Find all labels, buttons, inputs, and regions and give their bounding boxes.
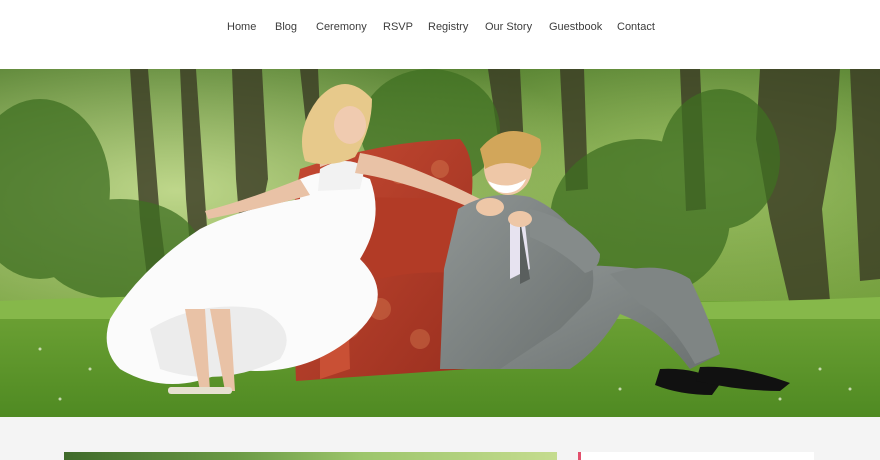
nav-item-home[interactable]: Home bbox=[227, 20, 256, 34]
sidebar-widget bbox=[578, 452, 814, 460]
site-header: Home Blog Ceremony RSVP Registry Our Sto… bbox=[0, 0, 880, 69]
nav-item-rsvp[interactable]: RSVP bbox=[383, 20, 413, 34]
hero-image bbox=[0, 69, 880, 417]
post-thumbnail[interactable] bbox=[64, 452, 557, 460]
nav-item-guestbook[interactable]: Guestbook bbox=[549, 20, 602, 34]
nav-item-our-story[interactable]: Our Story bbox=[485, 20, 532, 34]
hero-banner bbox=[0, 69, 880, 417]
nav-item-blog[interactable]: Blog bbox=[275, 20, 297, 34]
nav-item-ceremony[interactable]: Ceremony bbox=[316, 20, 367, 34]
nav-item-contact[interactable]: Contact bbox=[617, 20, 655, 34]
nav-item-registry[interactable]: Registry bbox=[428, 20, 468, 34]
content-area bbox=[0, 417, 880, 460]
main-navigation: Home Blog Ceremony RSVP Registry Our Sto… bbox=[0, 20, 880, 34]
widget-accent-bar bbox=[578, 452, 581, 460]
